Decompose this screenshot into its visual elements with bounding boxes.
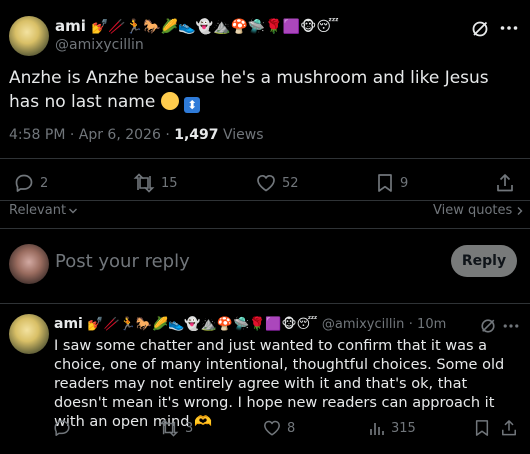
bookmark-icon[interactable] [474, 419, 490, 437]
author-name-row[interactable]: ami 💅🥢🏃🐎🌽👟👻⛰️🍄🛸🌹🟪🐵😴 [55, 16, 339, 35]
reply-author-handle[interactable]: @amixycillin [322, 317, 404, 332]
divider [0, 228, 530, 229]
heart-icon [263, 419, 281, 437]
more-icon[interactable] [500, 25, 518, 31]
reply-author-emojis: 💅🥢🏃🐎🌽👟👻⛰️🍄🛸🌹🟪🐵😴 [87, 317, 318, 332]
more-icon[interactable] [503, 323, 519, 329]
reply-repost-action[interactable]: 3 [159, 419, 193, 437]
divider [0, 303, 530, 304]
author-handle[interactable]: @amixycillin [55, 37, 144, 53]
repost-icon [159, 419, 179, 437]
like-count: 52 [282, 175, 299, 191]
reply-views-count: 315 [391, 420, 416, 436]
sort-relevant-label: Relevant [9, 203, 67, 218]
sort-relevant-dropdown[interactable]: Relevant [9, 203, 78, 218]
author-avatar[interactable] [9, 16, 49, 56]
like-action[interactable]: 52 [256, 173, 299, 193]
author-name-emojis: 💅🥢🏃🐎🌽👟👻⛰️🍄🛸🌹🟪🐵😴 [91, 19, 339, 35]
reply-count: 2 [40, 175, 49, 191]
reply-icon[interactable] [53, 419, 71, 437]
grok-icon[interactable] [471, 20, 489, 38]
reply-input[interactable]: Post your reply [55, 251, 190, 272]
reply-text: I saw some chatter and just wanted to co… [54, 338, 505, 430]
bookmark-action[interactable]: 9 [376, 173, 408, 193]
view-quotes-label: View quotes [433, 203, 513, 218]
reply-author-name[interactable]: ami [54, 316, 83, 332]
author-display-name[interactable]: ami [55, 17, 86, 35]
heart-icon [256, 173, 276, 193]
user-avatar [9, 244, 49, 284]
bookmark-count: 9 [400, 175, 409, 191]
post-timestamp[interactable]: 4:58 PM · Apr 6, 2026 · [9, 127, 170, 143]
share-icon[interactable] [496, 173, 514, 193]
smile-emoji-icon [160, 92, 179, 110]
reply-time[interactable]: · 10m [409, 317, 446, 332]
post-text: Anzhe is Anzhe because he's a mushroom a… [9, 66, 509, 114]
post-meta: 4:58 PM · Apr 6, 2026 · 1,497 Views [9, 127, 264, 143]
reply-icon [14, 173, 34, 193]
views-icon [369, 419, 385, 437]
repost-action[interactable]: 15 [133, 173, 178, 193]
post-text-body: Anzhe is Anzhe because he's a mushroom a… [9, 68, 489, 112]
up-down-arrow-emoji-icon: ⬍ [184, 97, 201, 113]
reply-like-count: 8 [287, 420, 296, 436]
repost-icon [133, 173, 155, 193]
divider [0, 158, 530, 159]
reply-author-avatar[interactable] [9, 314, 49, 354]
bookmark-icon [376, 173, 394, 193]
reply-button[interactable]: Reply [451, 245, 517, 277]
chevron-down-icon [68, 207, 78, 215]
divider [0, 200, 530, 201]
grok-icon[interactable] [480, 318, 496, 334]
reply-author-row: ami 💅🥢🏃🐎🌽👟👻⛰️🍄🛸🌹🟪🐵😴 @amixycillin · 10m [54, 316, 446, 332]
share-icon[interactable] [501, 419, 517, 437]
reply-like-action[interactable]: 8 [263, 419, 295, 437]
views-count: 1,497 [174, 127, 219, 143]
reply-repost-count: 3 [185, 420, 194, 436]
reply-views-action[interactable]: 315 [369, 419, 416, 437]
views-label: Views [222, 127, 264, 143]
reply-action[interactable]: 2 [14, 173, 48, 193]
chevron-right-icon [516, 206, 524, 216]
repost-count: 15 [161, 175, 178, 191]
view-quotes-link[interactable]: View quotes [433, 203, 524, 218]
